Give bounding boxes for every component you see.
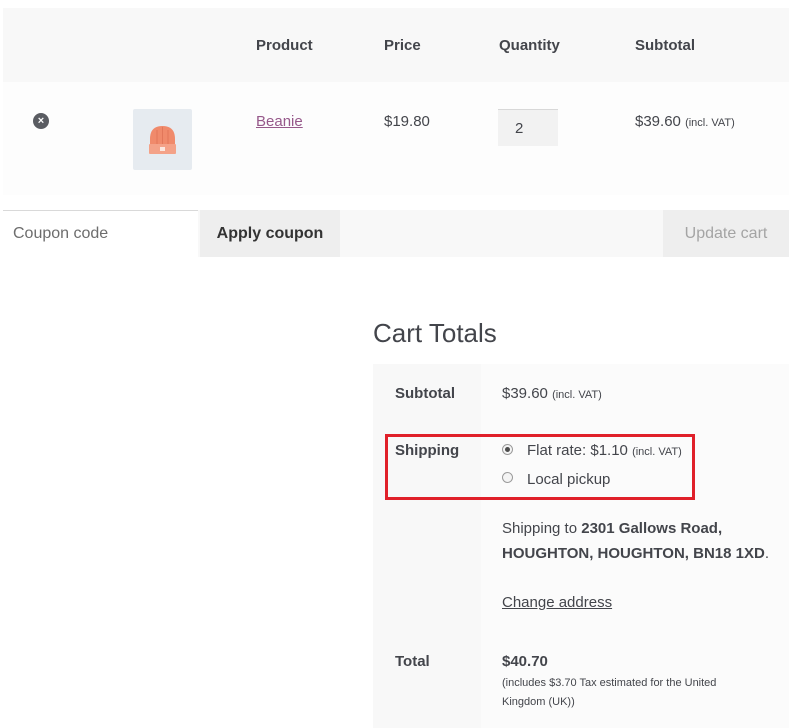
product-subtotal-suffix: (incl. VAT) <box>685 117 735 129</box>
cart-subtotal: $39.60 (incl. VAT) <box>502 385 602 402</box>
shipping-destination: Shipping to 2301 Gallows Road, <box>502 520 722 537</box>
update-cart-button[interactable]: Update cart <box>663 210 789 257</box>
product-price: $19.80 <box>384 113 430 130</box>
remove-item-icon[interactable]: × <box>33 113 49 129</box>
order-total-value: $40.70 <box>502 653 548 670</box>
header-subtotal: Subtotal <box>635 37 695 54</box>
header-quantity: Quantity <box>499 37 560 54</box>
coupon-code-input[interactable] <box>3 210 198 257</box>
apply-coupon-button[interactable]: Apply coupon <box>200 210 340 257</box>
header-price: Price <box>384 37 421 54</box>
shipping-to-prefix: Shipping to <box>502 520 578 537</box>
shipping-address-second-line: HOUGHTON, HOUGHTON, BN18 1XD. <box>502 545 769 562</box>
change-address-link[interactable]: Change address <box>502 594 612 611</box>
table-row <box>3 82 789 195</box>
beanie-icon <box>149 126 176 154</box>
product-thumbnail[interactable] <box>133 109 192 170</box>
shipping-address-period: . <box>764 545 769 562</box>
product-link-beanie[interactable]: Beanie <box>256 113 303 130</box>
total-label: Total <box>395 653 430 670</box>
highlight-box <box>385 434 695 500</box>
quantity-input[interactable] <box>498 109 558 146</box>
cart-totals-title: Cart Totals <box>373 318 497 348</box>
tax-note-line2: Kingdom (UK)) <box>502 696 575 708</box>
shipping-address-line1: 2301 Gallows Road, <box>581 520 723 537</box>
tax-note-line1: (includes $3.70 Tax estimated for the Un… <box>502 677 717 689</box>
tax-note: (includes $3.70 Tax estimated for the Un… <box>502 674 716 712</box>
header-product: Product <box>256 37 313 54</box>
product-subtotal-value: $39.60 <box>635 113 681 130</box>
subtotal-label: Subtotal <box>395 385 455 402</box>
product-subtotal: $39.60 (incl. VAT) <box>635 113 735 130</box>
cart-subtotal-value: $39.60 <box>502 385 548 402</box>
totals-label-column <box>373 364 481 728</box>
shipping-address-line2: HOUGHTON, HOUGHTON, BN18 1XD <box>502 545 765 562</box>
cart-subtotal-suffix: (incl. VAT) <box>552 389 602 401</box>
